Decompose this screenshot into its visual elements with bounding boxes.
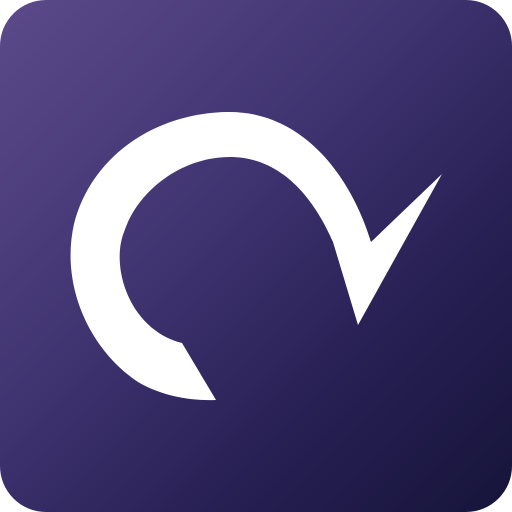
arc-arrow-glyph	[70, 111, 442, 401]
arc-arrow-check-icon	[70, 111, 442, 401]
app-icon[interactable]	[0, 0, 512, 512]
